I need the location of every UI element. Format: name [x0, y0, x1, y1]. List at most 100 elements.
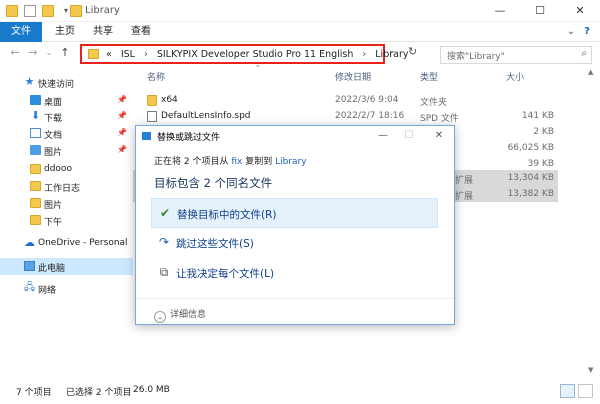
file-name: DefaultLensInfo.spd: [161, 111, 251, 121]
dialog-title-bar: 替换或跳过文件 — ☐ ✕: [136, 126, 454, 146]
sidebar-item-desktop[interactable]: 桌面 📌: [0, 92, 133, 109]
destination-link[interactable]: Library: [275, 157, 306, 167]
check-icon: ✔: [159, 206, 171, 220]
sidebar-item-ddooo[interactable]: ddooo: [0, 161, 133, 178]
tab-file[interactable]: 文件: [0, 22, 42, 42]
large-icons-view-icon[interactable]: [578, 384, 593, 398]
scroll-up-arrow-icon[interactable]: ▲: [588, 68, 593, 76]
search-box[interactable]: 搜索"Library" ⌕: [440, 46, 592, 64]
pictures-icon: [30, 145, 41, 155]
file-date: 2022/2/7 18:16: [335, 111, 405, 121]
decide-each-file-option[interactable]: ⧉ 让我决定每个文件(L): [151, 258, 438, 288]
selection-count: 已选择 2 个项目: [66, 388, 132, 398]
scroll-down-arrow-icon[interactable]: ▼: [588, 366, 593, 374]
file-type: 文件夹: [420, 98, 448, 108]
new-folder-icon[interactable]: [42, 5, 54, 17]
sidebar-item-network[interactable]: 🖧 网络: [0, 280, 133, 297]
window-folder-icon: [70, 5, 82, 17]
recent-locations-chevron-icon[interactable]: ⌄: [42, 45, 56, 61]
minimize-button[interactable]: —: [480, 0, 520, 22]
breadcrumb: « ISL › SILKYPIX Developer Studio Pro 11…: [106, 49, 414, 60]
sidebar-item-pictures-folder[interactable]: 图片: [0, 195, 133, 212]
sidebar-item-label: 下载: [44, 114, 63, 124]
breadcrumb-item-isl[interactable]: ISL: [121, 49, 135, 60]
file-size: 2 KB: [533, 127, 554, 137]
forward-arrow-icon[interactable]: →: [26, 45, 40, 61]
star-icon: ★: [24, 75, 35, 88]
sidebar-item-work-log[interactable]: 工作日志: [0, 178, 133, 195]
tab-share[interactable]: 共享: [90, 22, 116, 42]
more-details-label: 详细信息: [170, 310, 207, 320]
breadcrumb-separator[interactable]: ›: [362, 49, 366, 60]
title-bar: ▾ Library — ☐ ✕: [0, 0, 600, 22]
column-header-size[interactable]: 大小: [506, 70, 524, 86]
pin-icon[interactable]: 📌: [117, 95, 127, 104]
navigation-bar: ← → ⌄ ↑ « ISL › SILKYPIX Developer Studi…: [0, 42, 600, 66]
pin-icon[interactable]: 📌: [117, 111, 127, 120]
file-size: 66,025 KB: [507, 143, 554, 153]
ribbon-expand-chevron-icon[interactable]: ⌄: [564, 22, 578, 42]
column-header-name[interactable]: 名称: [147, 70, 165, 86]
sidebar-item-afternoon[interactable]: 下午: [0, 212, 133, 229]
address-dropdown-chevron-icon[interactable]: ⌄: [388, 46, 396, 56]
sidebar-item-onedrive[interactable]: ☁ OneDrive - Personal: [0, 235, 133, 252]
search-input[interactable]: 搜索"Library": [447, 49, 505, 62]
table-row[interactable]: DefaultLensInfo.spd 2022/2/7 18:16 SPD 文…: [133, 108, 558, 124]
skip-files-option[interactable]: ↷ 跳过这些文件(S): [151, 228, 438, 258]
tab-home[interactable]: 主页: [52, 22, 78, 42]
item-count: 7 个项目: [16, 388, 52, 398]
sidebar-item-label: 桌面: [44, 98, 63, 108]
up-arrow-icon[interactable]: ↑: [58, 45, 72, 61]
dialog-divider: [136, 298, 454, 299]
breadcrumb-separator[interactable]: ›: [144, 49, 148, 60]
close-button[interactable]: ✕: [560, 0, 600, 22]
help-button[interactable]: ?: [580, 22, 594, 42]
maximize-button[interactable]: ☐: [520, 0, 560, 22]
file-type: 扩展: [455, 176, 474, 186]
dialog-title: 替换或跳过文件: [157, 133, 221, 143]
more-details-toggle[interactable]: ⌄ 详细信息: [154, 307, 206, 323]
tab-view[interactable]: 查看: [128, 22, 154, 42]
address-controls: ⌄ ↻: [388, 45, 434, 62]
status-bar: 7 个项目 已选择 2 个项目 26.0 MB: [0, 380, 600, 404]
column-header-date[interactable]: 修改日期: [335, 70, 371, 86]
file-type: 扩展: [455, 192, 474, 202]
sidebar-item-this-pc[interactable]: 此电脑: [0, 258, 133, 275]
sidebar-item-label: 此电脑: [38, 264, 66, 274]
sidebar-item-documents[interactable]: 文档 📌: [0, 125, 133, 142]
file-type: SPD 文件: [420, 114, 459, 124]
sidebar-item-pictures[interactable]: 图片 📌: [0, 142, 133, 159]
decide-icon: ⧉: [159, 265, 169, 279]
address-bar[interactable]: « ISL › SILKYPIX Developer Studio Pro 11…: [80, 44, 408, 64]
dialog-minimize-button[interactable]: —: [372, 127, 394, 145]
details-view-icon[interactable]: [560, 384, 575, 398]
properties-icon[interactable]: [24, 5, 36, 17]
sidebar-item-quick-access[interactable]: ★ 快速访问: [0, 74, 133, 91]
breadcrumb-item-silkypix[interactable]: SILKYPIX Developer Studio Pro 11 English: [157, 49, 354, 60]
sidebar-item-downloads[interactable]: ⬇ 下载 📌: [0, 108, 133, 125]
option-label: 跳过这些文件(S): [176, 238, 254, 250]
desktop-icon: [30, 95, 41, 105]
source-link[interactable]: fix: [231, 157, 242, 167]
breadcrumb-overflow[interactable]: «: [106, 49, 112, 60]
refresh-icon[interactable]: ↻: [408, 45, 417, 58]
pin-icon[interactable]: 📌: [117, 145, 127, 154]
status-middle: 复制到: [245, 157, 273, 167]
sidebar-item-label: 工作日志: [44, 184, 81, 194]
vertical-scrollbar[interactable]: ▲ ▼: [585, 66, 599, 376]
search-icon[interactable]: ⌕: [581, 48, 587, 59]
file-size: 13,304 KB: [507, 173, 554, 183]
back-arrow-icon[interactable]: ←: [8, 45, 22, 61]
sort-chevron-icon: ⌃: [255, 64, 261, 72]
file-name: x64: [161, 95, 178, 105]
file-size: 141 KB: [521, 111, 554, 121]
dialog-close-button[interactable]: ✕: [428, 127, 450, 145]
status-prefix: 正在将 2 个项目从: [154, 157, 229, 167]
option-label: 让我决定每个文件(L): [176, 268, 275, 280]
dialog-maximize-button[interactable]: ☐: [398, 127, 420, 145]
column-header-type[interactable]: 类型: [420, 70, 438, 86]
pin-icon[interactable]: 📌: [117, 128, 127, 137]
table-row[interactable]: x64 2022/3/6 9:04 文件夹: [133, 92, 558, 108]
folder-icon: [30, 215, 41, 225]
replace-files-option[interactable]: ✔ 替换目标中的文件(R): [151, 198, 438, 228]
